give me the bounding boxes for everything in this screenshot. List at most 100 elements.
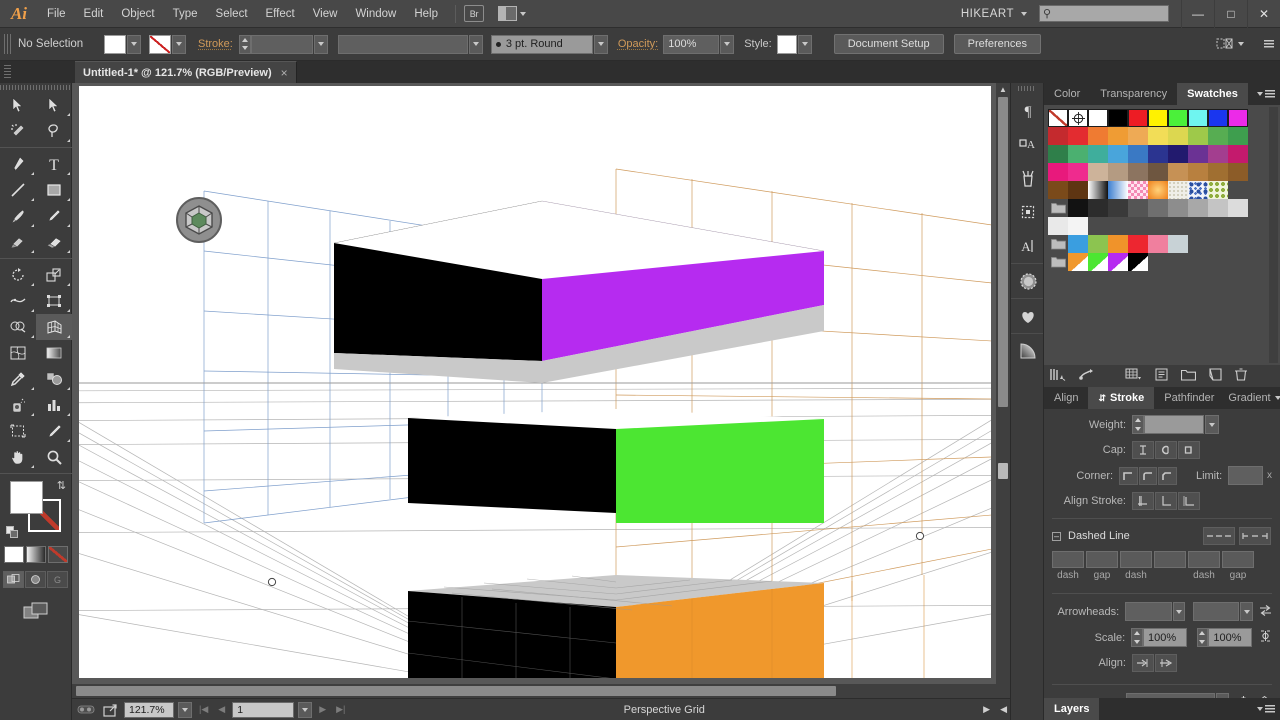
- character-styles-icon[interactable]: A: [1011, 127, 1045, 161]
- fill-color-box[interactable]: [10, 481, 43, 514]
- maximize-button[interactable]: □: [1214, 0, 1247, 28]
- swatch-item[interactable]: [1108, 199, 1128, 217]
- swatch-item[interactable]: [1128, 127, 1148, 145]
- swatch-item[interactable]: [1128, 235, 1148, 253]
- close-icon[interactable]: ×: [281, 66, 288, 80]
- dash-input[interactable]: [1052, 551, 1084, 568]
- pencil-tool[interactable]: [36, 203, 72, 229]
- menu-effect[interactable]: Effect: [257, 0, 304, 28]
- swatch-item[interactable]: [1108, 163, 1128, 181]
- menu-object[interactable]: Object: [112, 0, 163, 28]
- next-artboard-button[interactable]: ▶: [316, 704, 329, 715]
- blob-brush-tool[interactable]: [0, 229, 36, 255]
- swatch-item-green-selected[interactable]: [1088, 253, 1108, 271]
- swatch-item[interactable]: [1168, 235, 1188, 253]
- menu-help[interactable]: Help: [405, 0, 447, 28]
- tab-bar-grip[interactable]: [4, 65, 11, 79]
- stroke-profile-control[interactable]: [338, 35, 483, 54]
- artboard-tool[interactable]: [0, 418, 36, 444]
- swatch-item[interactable]: [1108, 145, 1128, 163]
- stroke-label[interactable]: Stroke:: [198, 38, 233, 50]
- swatch-item[interactable]: [1168, 199, 1188, 217]
- swatch-item[interactable]: [1108, 235, 1128, 253]
- default-fill-stroke-icon[interactable]: [6, 526, 19, 539]
- arrange-documents-button[interactable]: [498, 6, 526, 21]
- tab-stroke[interactable]: ⇵ Stroke: [1088, 387, 1154, 409]
- gap-input[interactable]: [1222, 551, 1254, 568]
- scale-start-field[interactable]: 100%: [1143, 628, 1187, 647]
- swatch-yellow[interactable]: [1148, 109, 1168, 127]
- rail-grip[interactable]: [1011, 83, 1043, 93]
- swatch-item[interactable]: [1048, 181, 1068, 199]
- delete-swatch-icon[interactable]: [1235, 368, 1247, 384]
- dash-preserve-exact-button[interactable]: [1203, 527, 1235, 545]
- zoom-field[interactable]: 121.7%: [124, 702, 174, 718]
- swatch-item[interactable]: [1088, 199, 1108, 217]
- swatch-item[interactable]: [1148, 163, 1168, 181]
- menu-window[interactable]: Window: [346, 0, 405, 28]
- swatch-item[interactable]: [1148, 127, 1168, 145]
- line-segment-tool[interactable]: [0, 177, 36, 203]
- gap-input[interactable]: [1154, 551, 1186, 568]
- swatch-item[interactable]: [1068, 127, 1088, 145]
- swatch-libraries-icon[interactable]: [1050, 368, 1066, 384]
- document-tab[interactable]: Untitled-1* @ 121.7% (RGB/Preview) ×: [75, 61, 297, 83]
- tab-gradient[interactable]: Gradient: [1224, 387, 1274, 409]
- horizontal-scroll-thumb[interactable]: [76, 686, 836, 696]
- swatch-item[interactable]: [1208, 127, 1228, 145]
- zoom-dropdown[interactable]: [178, 702, 192, 718]
- swatch-item[interactable]: [1148, 199, 1168, 217]
- swatch-item[interactable]: [1068, 163, 1088, 181]
- search-input[interactable]: ⚲: [1039, 5, 1169, 22]
- scale-end-stepper[interactable]: [1197, 628, 1209, 647]
- status-menu-button[interactable]: ▶: [980, 704, 993, 715]
- artboard-number-field[interactable]: 1: [232, 702, 294, 718]
- extend-arrow-tip-button[interactable]: [1132, 654, 1154, 672]
- menu-type[interactable]: Type: [164, 0, 207, 28]
- swatch-item[interactable]: [1128, 199, 1148, 217]
- vertical-scroll-thumb[interactable]: [998, 97, 1008, 407]
- canvas-horizontal-scrollbar[interactable]: [72, 684, 1010, 698]
- swatch-pattern-blue-floral[interactable]: [1188, 181, 1208, 199]
- vertical-scroll-marker[interactable]: [998, 463, 1008, 479]
- fill-swatch[interactable]: [104, 35, 126, 54]
- swatch-item[interactable]: [1188, 145, 1208, 163]
- swatch-registration[interactable]: [1068, 109, 1088, 127]
- align-stroke-inside-button[interactable]: [1155, 492, 1177, 510]
- swatch-item[interactable]: [1068, 199, 1088, 217]
- none-button[interactable]: [48, 546, 68, 563]
- weight-dropdown[interactable]: [1205, 415, 1219, 434]
- swatch-item[interactable]: [1188, 199, 1208, 217]
- stroke-weight-control[interactable]: [239, 35, 328, 54]
- swatch-group-folder-icon[interactable]: [1048, 253, 1068, 271]
- arrowhead-start-dropdown[interactable]: [1173, 602, 1186, 621]
- arrowhead-end-field[interactable]: [1193, 602, 1239, 621]
- swatch-item[interactable]: [1148, 235, 1168, 253]
- shape-builder-tool[interactable]: [0, 314, 36, 340]
- swatch-item[interactable]: [1088, 127, 1108, 145]
- stroke-profile-field[interactable]: [338, 35, 468, 54]
- link-arrowhead-scales-icon[interactable]: [1259, 629, 1272, 646]
- blend-tool[interactable]: [36, 366, 72, 392]
- brushes-icon[interactable]: [1011, 161, 1045, 195]
- brush-definition-control[interactable]: 3 pt. Round: [491, 35, 608, 54]
- round-cap-button[interactable]: [1155, 441, 1177, 459]
- gradient-icon[interactable]: [1011, 334, 1045, 368]
- graphic-style-control[interactable]: [777, 35, 812, 54]
- butt-cap-button[interactable]: [1132, 441, 1154, 459]
- swap-fill-stroke-icon[interactable]: ⇅: [57, 479, 66, 492]
- swatches-panel[interactable]: [1044, 105, 1280, 365]
- swatch-blue[interactable]: [1208, 109, 1228, 127]
- align-to-selection-icon[interactable]: [1216, 37, 1233, 52]
- lasso-tool[interactable]: [36, 118, 72, 144]
- opacity-field[interactable]: 100%: [663, 35, 719, 54]
- appearance-text-icon[interactable]: A: [1011, 229, 1045, 263]
- swatch-none[interactable]: [1048, 109, 1068, 127]
- graphic-style-dropdown[interactable]: [798, 35, 812, 54]
- prev-artboard-button[interactable]: ◀: [215, 704, 228, 715]
- weight-field[interactable]: [1144, 415, 1204, 434]
- stroke-weight-dropdown[interactable]: [314, 35, 328, 54]
- gradient-tool[interactable]: [36, 340, 72, 366]
- gradient-button[interactable]: [26, 546, 46, 563]
- symbol-sprayer-tool[interactable]: [0, 392, 36, 418]
